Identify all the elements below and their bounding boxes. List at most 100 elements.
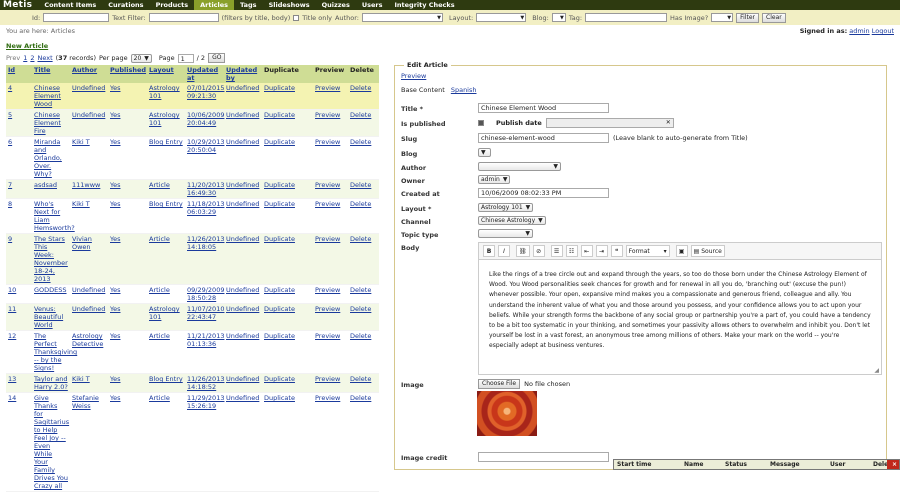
row-updated-by-link[interactable]: Undefined <box>226 394 259 402</box>
row-published-link[interactable]: Yes <box>110 84 121 92</box>
row-author-link[interactable]: 111www <box>72 181 100 189</box>
row-duplicate-link[interactable]: Duplicate <box>264 305 295 313</box>
row-author-link[interactable]: Stefanie Weiss <box>72 394 99 410</box>
row-id-link[interactable]: 7 <box>8 181 12 189</box>
table-row[interactable]: 8 Who's Next for Liam Hemsworth? Kiki T Yes… <box>6 198 379 234</box>
row-delete-link[interactable]: Delete <box>350 200 371 208</box>
row-updated-at-link[interactable]: 11/26/2013 14:18:05 <box>187 235 224 251</box>
sort-author-link[interactable]: Author <box>72 66 97 74</box>
row-id-link[interactable]: 13 <box>8 375 16 383</box>
link-icon[interactable]: ⛓ <box>516 245 530 257</box>
row-layout-link[interactable]: Article <box>149 286 170 294</box>
sort-id-link[interactable]: Id <box>8 66 15 74</box>
has-image-select[interactable]: ▼ <box>711 13 734 22</box>
row-published-link[interactable]: Yes <box>110 235 121 243</box>
filter-button[interactable]: Filter <box>736 12 760 23</box>
user-link[interactable]: admin <box>849 27 869 35</box>
row-preview-link[interactable]: Preview <box>315 138 340 146</box>
nav-item-slideshows[interactable]: Slideshows <box>263 0 316 10</box>
per-page-select[interactable]: 20 ▼ <box>130 53 152 63</box>
pager-page-2[interactable]: 2 <box>30 54 34 62</box>
text-filter-input[interactable] <box>148 13 219 22</box>
row-preview-link[interactable]: Preview <box>315 305 340 313</box>
row-updated-by-link[interactable]: Undefined <box>226 111 259 119</box>
row-updated-at-link[interactable]: 09/29/2009 18:50:28 <box>187 286 224 302</box>
row-id-link[interactable]: 10 <box>8 286 16 294</box>
blog-select[interactable]: ▼ <box>478 148 491 157</box>
author-filter-select[interactable]: ▼ <box>361 13 443 22</box>
row-title-link[interactable]: Who's Next for Liam Hemsworth? <box>34 200 75 232</box>
nav-item-articles[interactable]: Articles <box>194 0 235 10</box>
row-preview-link[interactable]: Preview <box>315 200 340 208</box>
row-duplicate-link[interactable]: Duplicate <box>264 394 295 402</box>
row-updated-by-link[interactable]: Undefined <box>226 84 259 92</box>
row-updated-by-link[interactable]: Undefined <box>226 375 259 383</box>
row-updated-at-link[interactable]: 11/21/2013 01:13:36 <box>187 332 224 348</box>
row-title-link[interactable]: Miranda and Orlando, Over. Why? <box>34 138 62 178</box>
row-preview-link[interactable]: Preview <box>315 84 340 92</box>
row-published-link[interactable]: Yes <box>110 138 121 146</box>
unlink-icon[interactable]: ⊘ <box>532 245 545 257</box>
row-preview-link[interactable]: Preview <box>315 332 340 340</box>
row-duplicate-link[interactable]: Duplicate <box>264 286 295 294</box>
is-published-checkbox[interactable] <box>478 120 484 126</box>
created-at-input[interactable]: 10/06/2009 08:02:33 PM <box>478 188 609 198</box>
row-updated-by-link[interactable]: Undefined <box>226 138 259 146</box>
layout-select[interactable]: Astrology 101 ▼ <box>478 203 534 212</box>
body-text[interactable]: Like the rings of a tree circle out and … <box>479 260 881 352</box>
row-duplicate-link[interactable]: Duplicate <box>264 200 295 208</box>
topic-type-select[interactable]: ▼ <box>478 229 533 238</box>
row-duplicate-link[interactable]: Duplicate <box>264 84 295 92</box>
slug-input[interactable]: chinese-element-wood <box>478 133 609 143</box>
layout-filter-select[interactable]: ▼ <box>476 13 527 22</box>
jobs-close-icon[interactable]: × <box>887 460 899 469</box>
row-updated-at-link[interactable]: 11/18/2013 06:03:29 <box>187 200 224 216</box>
row-title-link[interactable]: Chinese Element Wood <box>34 84 61 108</box>
source-button[interactable]: ▤ Source <box>690 245 725 257</box>
nav-item-integrity-checks[interactable]: Integrity Checks <box>388 0 460 10</box>
row-delete-link[interactable]: Delete <box>350 286 371 294</box>
table-row[interactable]: 13 Taylor and Harry 2.0? Kiki T Yes Blog Ent… <box>6 373 379 393</box>
bold-button[interactable]: B <box>483 245 495 257</box>
publish-date-input[interactable]: ✕ <box>545 118 674 128</box>
row-delete-link[interactable]: Delete <box>350 138 371 146</box>
row-delete-link[interactable]: Delete <box>350 305 371 313</box>
sort-updated-at-link[interactable]: Updated at <box>187 66 218 82</box>
row-delete-link[interactable]: Delete <box>350 394 371 402</box>
tab-base-content[interactable]: Base Content <box>401 86 445 94</box>
row-layout-link[interactable]: Article <box>149 235 170 243</box>
table-row[interactable]: 5 Chinese Element Fire Undefined Yes Astrolo… <box>6 109 379 137</box>
channel-select[interactable]: Chinese Astrology ▼ <box>478 216 546 225</box>
row-published-link[interactable]: Yes <box>110 286 121 294</box>
row-author-link[interactable]: Kiki T <box>72 200 90 208</box>
row-author-link[interactable]: Astrology Detective <box>72 332 103 348</box>
row-preview-link[interactable]: Preview <box>315 235 340 243</box>
title-only-checkbox[interactable] <box>293 14 300 21</box>
row-duplicate-link[interactable]: Duplicate <box>264 111 295 119</box>
nav-item-quizzes[interactable]: Quizzes <box>316 0 356 10</box>
numbered-list-icon[interactable]: ☰ <box>550 245 563 257</box>
author-select[interactable]: ▼ <box>478 162 561 171</box>
row-updated-at-link[interactable]: 10/06/2009 20:04:49 <box>187 111 224 127</box>
blockquote-icon[interactable]: ❝ <box>610 245 623 257</box>
table-row[interactable]: 12 The Perfect Thanksgiving -- by the Sig… <box>6 330 379 374</box>
indent-icon[interactable]: ⇥ <box>595 245 608 257</box>
title-input[interactable]: Chinese Element Wood <box>478 103 609 113</box>
format-dropdown[interactable]: Format ▾ <box>625 245 670 257</box>
row-published-link[interactable]: Yes <box>110 394 121 402</box>
row-layout-link[interactable]: Astrology 101 <box>149 84 180 100</box>
row-delete-link[interactable]: Delete <box>350 84 371 92</box>
table-row[interactable]: 6 Miranda and Orlando, Over. Why? Kiki T Ye… <box>6 136 379 180</box>
row-layout-link[interactable]: Blog Entry <box>149 375 183 383</box>
table-row[interactable]: 10 GODDESS Undefined Yes Article 09/29/2009 1… <box>6 284 379 304</box>
row-title-link[interactable]: Venus: Beautiful World <box>34 305 63 329</box>
row-updated-at-link[interactable]: 11/07/2010 22:43:47 <box>187 305 224 321</box>
row-updated-by-link[interactable]: Undefined <box>226 200 259 208</box>
italic-button[interactable]: I <box>498 245 510 257</box>
row-updated-at-link[interactable]: 11/29/2013 15:26:19 <box>187 394 224 410</box>
row-author-link[interactable]: Undefined <box>72 286 105 294</box>
row-author-link[interactable]: Undefined <box>72 305 105 313</box>
row-preview-link[interactable]: Preview <box>315 375 340 383</box>
row-author-link[interactable]: Undefined <box>72 111 105 119</box>
row-id-link[interactable]: 6 <box>8 138 12 146</box>
